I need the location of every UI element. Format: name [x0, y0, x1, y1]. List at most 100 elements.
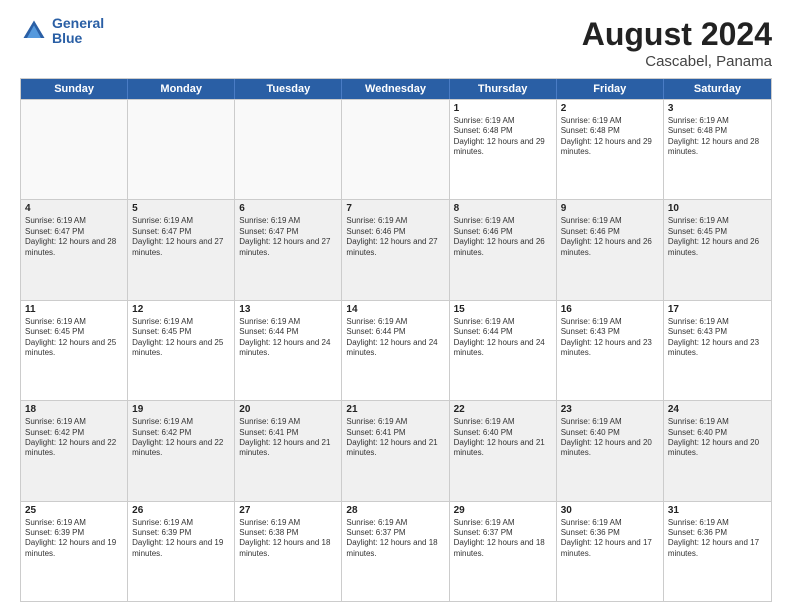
calendar-row-2: 4 Sunrise: 6:19 AM Sunset: 6:47 PM Daylig… — [21, 199, 771, 299]
day-text-5: Sunrise: 6:19 AM Sunset: 6:47 PM Dayligh… — [132, 216, 230, 258]
day-cell-24: 24 Sunrise: 6:19 AM Sunset: 6:40 PM Dayli… — [664, 401, 771, 500]
day-number-3: 3 — [668, 103, 767, 114]
day-cell-14: 14Sunrise: 6:19 AM Sunset: 6:44 PM Dayli… — [342, 301, 449, 400]
day-text-21: Sunrise: 6:19 AM Sunset: 6:41 PM Dayligh… — [346, 417, 444, 459]
day-number-12: 12 — [132, 304, 230, 315]
day-text-1: Sunrise: 6:19 AM Sunset: 6:48 PM Dayligh… — [454, 116, 552, 158]
calendar-header: SundayMondayTuesdayWednesdayThursdayFrid… — [21, 79, 771, 99]
day-number-1: 1 — [454, 103, 552, 114]
logo-blue: Blue — [52, 31, 104, 46]
day-number-6: 6 — [239, 203, 337, 214]
empty-cell-0-3 — [342, 100, 449, 199]
day-text-7: Sunrise: 6:19 AM Sunset: 6:46 PM Dayligh… — [346, 216, 444, 258]
logo-general: General — [52, 16, 104, 31]
day-text-25: Sunrise: 6:19 AM Sunset: 6:39 PM Dayligh… — [25, 518, 123, 560]
day-text-29: Sunrise: 6:19 AM Sunset: 6:37 PM Dayligh… — [454, 518, 552, 560]
day-text-9: Sunrise: 6:19 AM Sunset: 6:46 PM Dayligh… — [561, 216, 659, 258]
day-cell-23: 23Sunrise: 6:19 AM Sunset: 6:40 PM Dayli… — [557, 401, 664, 500]
day-cell-9: 9 Sunrise: 6:19 AM Sunset: 6:46 PM Daylig… — [557, 200, 664, 299]
day-text-27: Sunrise: 6:19 AM Sunset: 6:38 PM Dayligh… — [239, 518, 337, 560]
day-cell-21: 21 Sunrise: 6:19 AM Sunset: 6:41 PM Dayli… — [342, 401, 449, 500]
location-title: Cascabel, Panama — [582, 53, 772, 70]
day-text-20: Sunrise: 6:19 AM Sunset: 6:41 PM Dayligh… — [239, 417, 337, 459]
calendar-row-3: 11Sunrise: 6:19 AM Sunset: 6:45 PM Dayli… — [21, 300, 771, 400]
day-text-26: Sunrise: 6:19 AM Sunset: 6:39 PM Dayligh… — [132, 518, 230, 560]
day-number-19: 19 — [132, 404, 230, 415]
day-number-22: 22 — [454, 404, 552, 415]
day-text-30: Sunrise: 6:19 AM Sunset: 6:36 PM Dayligh… — [561, 518, 659, 560]
day-number-4: 4 — [25, 203, 123, 214]
day-cell-29: 29 Sunrise: 6:19 AM Sunset: 6:37 PM Dayli… — [450, 502, 557, 601]
weekday-saturday: Saturday — [664, 79, 771, 99]
day-number-16: 16 — [561, 304, 659, 315]
day-cell-17: 17Sunrise: 6:19 AM Sunset: 6:43 PM Dayli… — [664, 301, 771, 400]
day-cell-16: 16 Sunrise: 6:19 AM Sunset: 6:43 PM Dayli… — [557, 301, 664, 400]
weekday-friday: Friday — [557, 79, 664, 99]
day-text-10: Sunrise: 6:19 AM Sunset: 6:45 PM Dayligh… — [668, 216, 767, 258]
empty-cell-0-1 — [128, 100, 235, 199]
day-text-28: Sunrise: 6:19 AM Sunset: 6:37 PM Dayligh… — [346, 518, 444, 560]
day-number-15: 15 — [454, 304, 552, 315]
weekday-wednesday: Wednesday — [342, 79, 449, 99]
day-number-31: 31 — [668, 505, 767, 516]
day-number-14: 14 — [346, 304, 444, 315]
day-cell-26: 26 Sunrise: 6:19 AM Sunset: 6:39 PM Dayli… — [128, 502, 235, 601]
header: General Blue August 2024 Cascabel, Panam… — [20, 16, 772, 70]
day-text-2: Sunrise: 6:19 AM Sunset: 6:48 PM Dayligh… — [561, 116, 659, 158]
day-number-8: 8 — [454, 203, 552, 214]
calendar-row-1: 1 Sunrise: 6:19 AM Sunset: 6:48 PM Daylig… — [21, 99, 771, 199]
day-text-23: Sunrise: 6:19 AM Sunset: 6:40 PM Dayligh… — [561, 417, 659, 459]
day-cell-22: 22Sunrise: 6:19 AM Sunset: 6:40 PM Dayli… — [450, 401, 557, 500]
title-block: August 2024 Cascabel, Panama — [582, 16, 772, 70]
day-number-29: 29 — [454, 505, 552, 516]
day-cell-8: 8 Sunrise: 6:19 AM Sunset: 6:46 PM Daylig… — [450, 200, 557, 299]
day-text-18: Sunrise: 6:19 AM Sunset: 6:42 PM Dayligh… — [25, 417, 123, 459]
day-number-13: 13 — [239, 304, 337, 315]
day-number-25: 25 — [25, 505, 123, 516]
day-cell-1: 1 Sunrise: 6:19 AM Sunset: 6:48 PM Daylig… — [450, 100, 557, 199]
day-number-7: 7 — [346, 203, 444, 214]
day-number-20: 20 — [239, 404, 337, 415]
day-cell-20: 20 Sunrise: 6:19 AM Sunset: 6:41 PM Dayli… — [235, 401, 342, 500]
day-text-11: Sunrise: 6:19 AM Sunset: 6:45 PM Dayligh… — [25, 317, 123, 359]
month-title: August 2024 — [582, 16, 772, 53]
day-text-31: Sunrise: 6:19 AM Sunset: 6:36 PM Dayligh… — [668, 518, 767, 560]
day-number-5: 5 — [132, 203, 230, 214]
day-text-19: Sunrise: 6:19 AM Sunset: 6:42 PM Dayligh… — [132, 417, 230, 459]
day-number-30: 30 — [561, 505, 659, 516]
day-number-18: 18 — [25, 404, 123, 415]
day-number-26: 26 — [132, 505, 230, 516]
day-cell-28: 28Sunrise: 6:19 AM Sunset: 6:37 PM Dayli… — [342, 502, 449, 601]
day-cell-4: 4Sunrise: 6:19 AM Sunset: 6:47 PM Daylig… — [21, 200, 128, 299]
day-cell-27: 27Sunrise: 6:19 AM Sunset: 6:38 PM Dayli… — [235, 502, 342, 601]
weekday-thursday: Thursday — [450, 79, 557, 99]
day-text-12: Sunrise: 6:19 AM Sunset: 6:45 PM Dayligh… — [132, 317, 230, 359]
calendar-row-5: 25 Sunrise: 6:19 AM Sunset: 6:39 PM Dayli… — [21, 501, 771, 601]
day-number-21: 21 — [346, 404, 444, 415]
day-number-24: 24 — [668, 404, 767, 415]
calendar-body: 1 Sunrise: 6:19 AM Sunset: 6:48 PM Daylig… — [21, 99, 771, 601]
day-cell-7: 7 Sunrise: 6:19 AM Sunset: 6:46 PM Daylig… — [342, 200, 449, 299]
day-cell-15: 15 Sunrise: 6:19 AM Sunset: 6:44 PM Dayli… — [450, 301, 557, 400]
day-text-24: Sunrise: 6:19 AM Sunset: 6:40 PM Dayligh… — [668, 417, 767, 459]
calendar-row-4: 18 Sunrise: 6:19 AM Sunset: 6:42 PM Dayli… — [21, 400, 771, 500]
day-cell-12: 12 Sunrise: 6:19 AM Sunset: 6:45 PM Dayli… — [128, 301, 235, 400]
empty-cell-0-0 — [21, 100, 128, 199]
weekday-monday: Monday — [128, 79, 235, 99]
day-cell-10: 10 Sunrise: 6:19 AM Sunset: 6:45 PM Dayli… — [664, 200, 771, 299]
calendar: SundayMondayTuesdayWednesdayThursdayFrid… — [20, 78, 772, 602]
day-text-8: Sunrise: 6:19 AM Sunset: 6:46 PM Dayligh… — [454, 216, 552, 258]
day-cell-2: 2Sunrise: 6:19 AM Sunset: 6:48 PM Daylig… — [557, 100, 664, 199]
day-cell-13: 13 Sunrise: 6:19 AM Sunset: 6:44 PM Dayli… — [235, 301, 342, 400]
day-number-10: 10 — [668, 203, 767, 214]
logo: General Blue — [20, 16, 104, 47]
weekday-sunday: Sunday — [21, 79, 128, 99]
day-text-16: Sunrise: 6:19 AM Sunset: 6:43 PM Dayligh… — [561, 317, 659, 359]
day-cell-25: 25 Sunrise: 6:19 AM Sunset: 6:39 PM Dayli… — [21, 502, 128, 601]
day-number-9: 9 — [561, 203, 659, 214]
day-number-17: 17 — [668, 304, 767, 315]
day-text-13: Sunrise: 6:19 AM Sunset: 6:44 PM Dayligh… — [239, 317, 337, 359]
day-text-15: Sunrise: 6:19 AM Sunset: 6:44 PM Dayligh… — [454, 317, 552, 359]
day-cell-30: 30 Sunrise: 6:19 AM Sunset: 6:36 PM Dayli… — [557, 502, 664, 601]
day-cell-18: 18 Sunrise: 6:19 AM Sunset: 6:42 PM Dayli… — [21, 401, 128, 500]
